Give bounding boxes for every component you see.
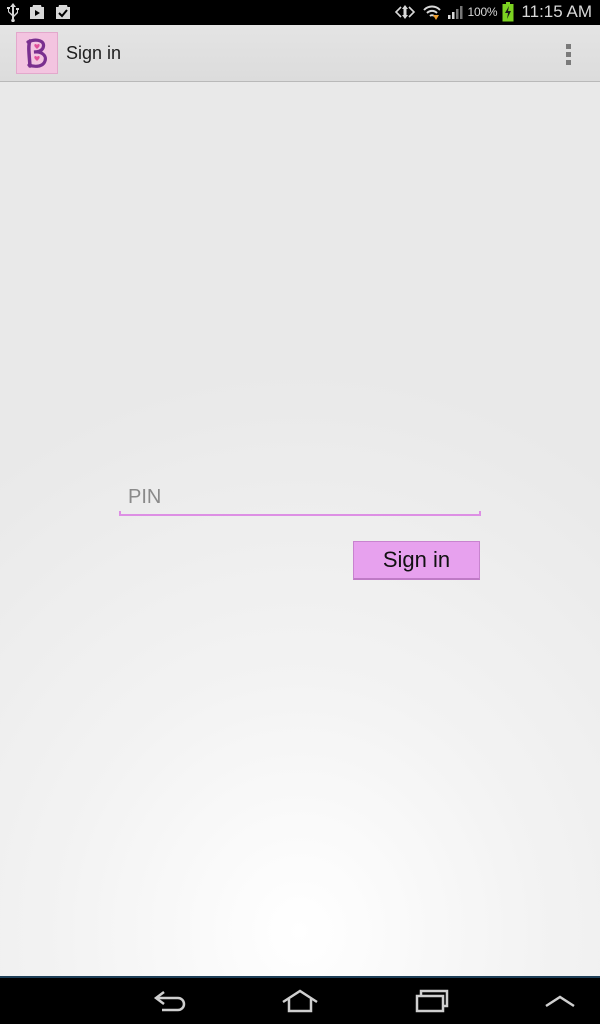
back-button[interactable] — [148, 986, 192, 1016]
pin-underline — [119, 511, 481, 516]
data-sync-icon — [393, 3, 417, 21]
play-store-icon — [28, 3, 46, 21]
status-bar: 100% 11:15 AM — [0, 0, 600, 25]
status-right-icons: 100% 11:15 AM — [393, 1, 592, 23]
overflow-dot — [565, 59, 571, 65]
chevron-up-button[interactable] — [538, 986, 582, 1016]
overflow-menu-button[interactable] — [554, 41, 582, 67]
battery-percent: 100% — [467, 5, 498, 19]
status-time: 11:15 AM — [521, 2, 592, 21]
home-icon — [282, 989, 318, 1013]
task-check-icon — [54, 3, 72, 21]
sign-in-button[interactable]: Sign in — [353, 541, 480, 580]
wifi-icon — [422, 3, 442, 21]
pin-field — [119, 480, 481, 518]
status-left-icons — [6, 2, 72, 22]
battery-charging-icon — [502, 2, 514, 22]
back-icon — [153, 991, 186, 1012]
action-bar-title: Sign in — [66, 43, 122, 63]
home-button[interactable] — [278, 986, 322, 1016]
usb-icon — [6, 2, 20, 22]
overflow-dot — [565, 51, 571, 57]
app-logo-b-heart-icon[interactable] — [16, 32, 58, 74]
pin-input[interactable] — [119, 480, 481, 514]
sign-in-content: Sign in — [0, 82, 600, 976]
recent-apps-icon — [415, 989, 449, 1013]
overflow-menu-icon — [565, 43, 571, 49]
chevron-up-icon — [545, 995, 575, 1008]
signal-icon — [447, 4, 463, 20]
navigation-bar — [0, 976, 600, 1024]
action-bar: Sign in — [0, 25, 600, 82]
recent-apps-button[interactable] — [409, 986, 453, 1016]
